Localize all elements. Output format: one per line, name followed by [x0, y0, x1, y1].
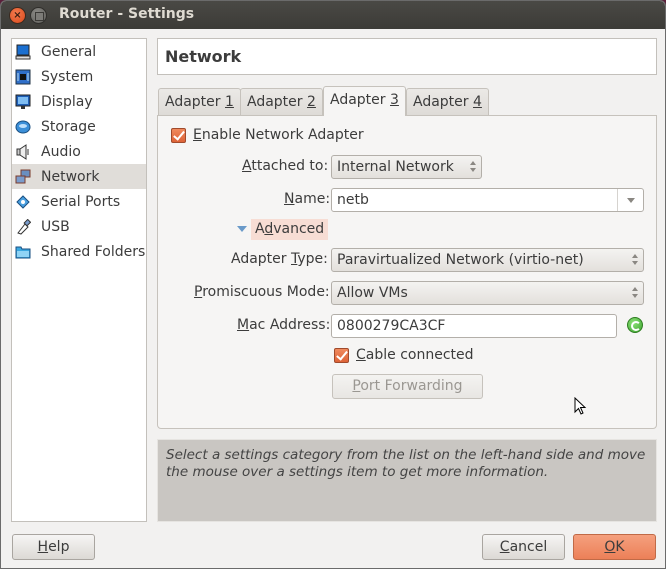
sidebar-item-label: Shared Folders: [41, 243, 146, 260]
promiscuous-mode-select[interactable]: Allow VMs: [331, 281, 644, 305]
sidebar-item-storage[interactable]: Storage: [12, 114, 146, 139]
sidebar-item-network[interactable]: Network: [12, 164, 146, 189]
info-panel: Select a settings category from the list…: [157, 439, 657, 522]
window-title: Router - Settings: [59, 6, 195, 22]
sidebar-item-label: Storage: [41, 118, 96, 135]
sidebar-item-label: General: [41, 43, 97, 60]
sidebar-item-usb[interactable]: USB: [12, 214, 146, 239]
tab-adapter-3[interactable]: Adapter 3: [323, 86, 406, 116]
advanced-expander[interactable]: Advanced: [251, 219, 329, 240]
network-icon: [15, 169, 31, 185]
sidebar-item-system[interactable]: System: [12, 64, 146, 89]
sidebar-item-label: Serial Ports: [41, 193, 121, 210]
disk-icon: [15, 119, 31, 135]
speaker-icon: [15, 143, 31, 160]
attached-to-select[interactable]: Internal Network: [331, 155, 482, 179]
sidebar-item-label: Display: [41, 93, 93, 110]
expander-arrow-icon[interactable]: [237, 226, 247, 232]
mac-address-label: Mac Address:: [237, 317, 331, 333]
mac-address-input[interactable]: 0800279CA3CF: [331, 314, 617, 338]
spin-arrows-icon: [631, 254, 638, 266]
tab-adapter-4[interactable]: Adapter 4: [406, 88, 489, 115]
close-icon: ×: [13, 10, 22, 21]
chip-icon: [15, 69, 31, 85]
sidebar-item-shared-folders[interactable]: Shared Folders: [12, 239, 146, 264]
enable-network-adapter-checkbox[interactable]: [171, 128, 186, 143]
page-header: Network: [157, 38, 657, 75]
chevron-down-icon[interactable]: [617, 189, 643, 211]
category-list: General System Display Storage Audio Net…: [11, 38, 147, 522]
sidebar-item-label: System: [41, 68, 94, 85]
help-button[interactable]: Help: [12, 534, 95, 560]
sidebar-item-audio[interactable]: Audio: [12, 139, 146, 164]
adapter-type-label: Adapter Type:: [231, 251, 328, 267]
folder-icon: [15, 244, 31, 260]
sidebar-item-general[interactable]: General: [12, 39, 146, 64]
refresh-mac-icon[interactable]: [627, 317, 643, 333]
attached-to-label: Attached to:: [242, 158, 329, 174]
spin-arrows-icon: [469, 161, 476, 173]
page-title: Network: [165, 47, 242, 66]
name-label: Name:: [284, 191, 331, 207]
tab-adapter-2[interactable]: Adapter 2: [240, 88, 323, 115]
title-bar: × Router - Settings: [1, 1, 665, 29]
usb-icon: [15, 218, 32, 235]
display-icon: [15, 94, 31, 110]
monitor-icon: [15, 44, 31, 60]
port-forwarding-button[interactable]: Port Forwarding: [332, 374, 483, 399]
serial-port-icon: [15, 194, 31, 210]
enable-network-adapter-label: Enable Network Adapter: [193, 127, 364, 143]
sidebar-item-display[interactable]: Display: [12, 89, 146, 114]
cable-connected-checkbox[interactable]: [334, 348, 349, 363]
promiscuous-mode-label: Promiscuous Mode:: [194, 284, 330, 300]
settings-window: × Router - Settings General System Displ…: [0, 0, 666, 569]
minimize-window-button[interactable]: [30, 7, 47, 24]
mouse-cursor-icon: [574, 397, 587, 415]
spin-arrows-icon: [631, 287, 638, 299]
adapter-type-select[interactable]: Paravirtualized Network (virtio-net): [331, 248, 644, 272]
sidebar-item-label: USB: [41, 218, 70, 235]
tab-adapter-1[interactable]: Adapter 1: [158, 88, 241, 115]
cancel-button[interactable]: Cancel: [482, 534, 565, 560]
sidebar-item-serial-ports[interactable]: Serial Ports: [12, 189, 146, 214]
close-window-button[interactable]: ×: [9, 7, 26, 24]
sidebar-item-label: Network: [41, 168, 100, 185]
cable-connected-label: Cable connected: [356, 347, 474, 363]
sidebar-item-label: Audio: [41, 143, 81, 160]
ok-button[interactable]: OK: [573, 534, 656, 560]
network-name-combobox[interactable]: netb: [331, 188, 644, 212]
